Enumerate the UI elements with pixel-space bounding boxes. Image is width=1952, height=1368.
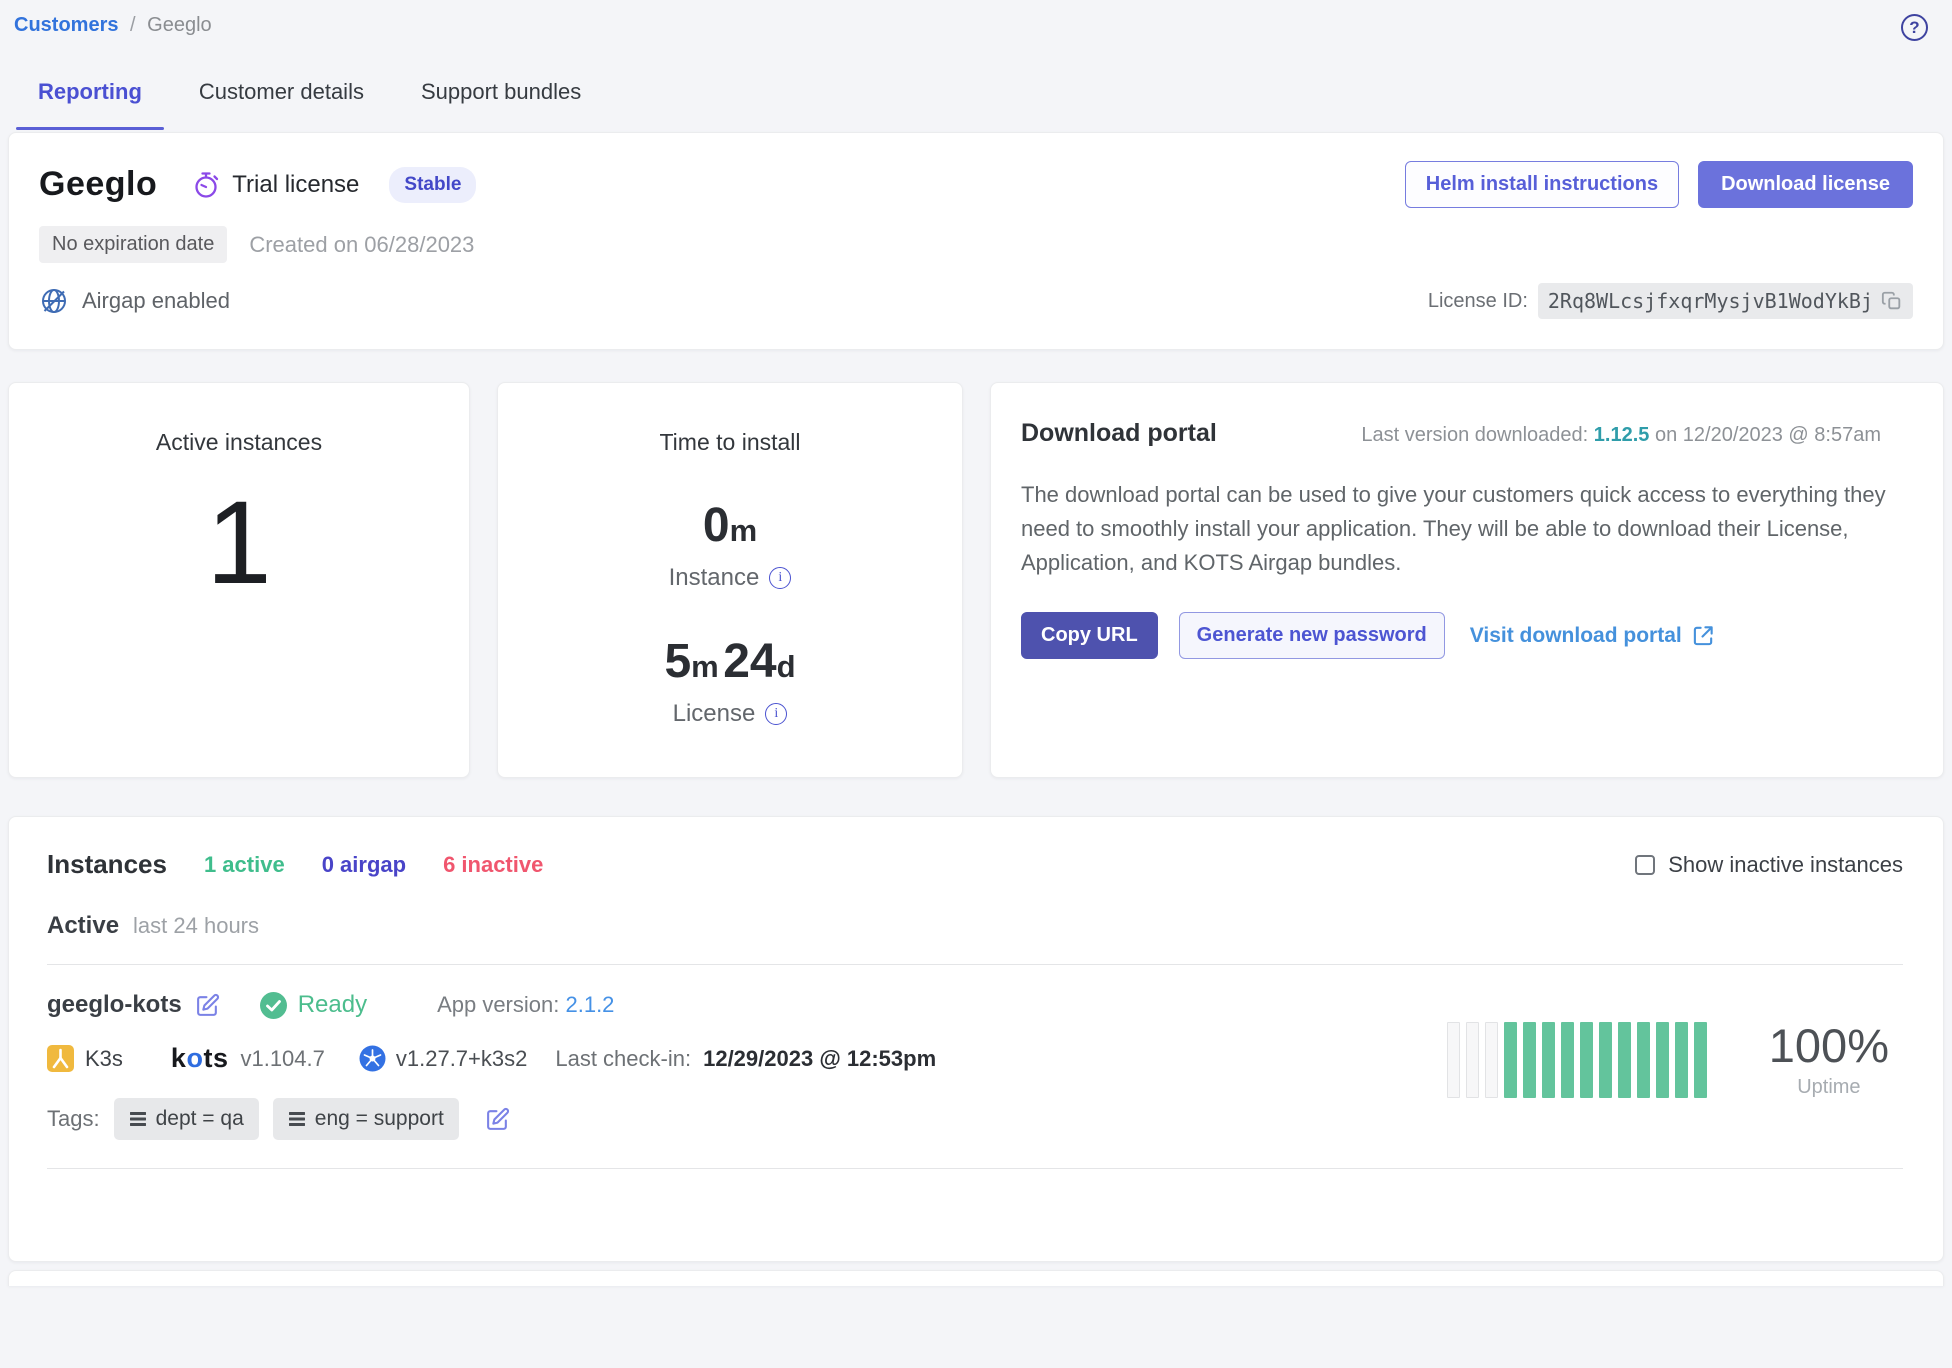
external-link-icon [1692,624,1715,647]
instance-status: Ready [298,991,367,1019]
time-to-install-title: Time to install [498,429,962,456]
license-time-number-1: 5 [664,635,691,688]
tag-badge-eng: eng = support [273,1098,459,1140]
breadcrumb-current: Geeglo [147,14,212,36]
copy-license-id-icon[interactable] [1881,290,1903,312]
license-install-time: 5m 24d [498,638,962,686]
last-version-link[interactable]: 1.12.5 [1594,424,1650,446]
tab-bar: Reporting Customer details Support bundl… [38,79,1944,130]
time-to-install-card: Time to install 0m Instance i 5m 24d Lic… [497,382,963,778]
breadcrumb: Customers / Geeglo [8,0,1944,37]
copy-url-button[interactable]: Copy URL [1021,612,1158,659]
distribution-label: K3s [85,1046,123,1072]
instance-install-time: 0m [498,502,962,550]
tab-support-bundles[interactable]: Support bundles [421,79,581,130]
airgap-enabled-label: Airgap enabled [82,288,230,314]
breadcrumb-separator: / [130,14,136,36]
kubernetes-version: v1.27.7+k3s2 [396,1046,527,1072]
instance-time-unit: m [730,513,758,548]
visit-download-portal-link[interactable]: Visit download portal [1470,624,1715,648]
uptime-bar-chart [1447,1022,1707,1098]
active-group-label: Active [47,912,119,940]
visit-download-portal-label: Visit download portal [1470,624,1682,648]
active-instances-title: Active instances [9,429,469,456]
active-count[interactable]: 1 active [204,852,285,878]
download-portal-description: The download portal can be used to give … [1021,478,1901,580]
license-id-value: 2Rq8WLcsjfxqrMysjvB1WodYkBj [1548,289,1873,313]
helm-install-instructions-button[interactable]: Helm install instructions [1405,161,1679,208]
license-time-label: License [673,700,756,728]
metrics-row: Active instances 1 Time to install 0m In… [8,382,1944,778]
uptime-value: 100% [1769,1020,1889,1072]
instance-info-icon[interactable]: i [769,567,791,589]
active-instances-card: Active instances 1 [8,382,470,778]
app-version-label: App version: [437,992,559,1017]
customer-reporting-page: Customers / Geeglo ? Reporting Customer … [0,0,1952,1286]
k3s-icon [47,1045,74,1072]
airgap-globe-icon [39,286,69,316]
channel-badge: Stable [389,167,476,203]
tag-lines-icon [129,1110,147,1128]
show-inactive-checkbox[interactable] [1635,855,1655,875]
license-info-icon[interactable]: i [765,703,787,725]
inactive-count[interactable]: 6 inactive [443,852,543,878]
download-license-button[interactable]: Download license [1698,161,1913,208]
active-instances-value: 1 [9,484,469,602]
download-portal-title: Download portal [1021,419,1217,448]
ready-check-icon [260,992,287,1019]
instance-row: geeglo-kots [47,973,1903,1140]
tag-badge-dept: dept = qa [114,1098,259,1140]
created-date-text: Created on 06/28/2023 [249,232,474,258]
tag-value: eng = support [315,1107,444,1131]
tab-reporting[interactable]: Reporting [38,79,142,130]
kots-k: k [171,1043,187,1073]
show-inactive-label: Show inactive instances [1668,852,1903,878]
tag-lines-icon [288,1110,306,1128]
kots-ts: ts [203,1043,228,1073]
last-version-date: on 12/20/2023 @ 8:57am [1649,424,1881,446]
kots-logo: kots [171,1043,229,1074]
expiration-badge: No expiration date [39,226,227,263]
airgap-count[interactable]: 0 airgap [322,852,406,878]
divider [47,964,1903,965]
breadcrumb-customers-link[interactable]: Customers [14,14,118,36]
divider [47,1168,1903,1169]
show-inactive-toggle[interactable]: Show inactive instances [1635,852,1903,878]
license-id-chip: 2Rq8WLcsjfxqrMysjvB1WodYkBj [1538,283,1913,319]
license-time-unit-1: m [691,649,719,684]
last-version-label: Last version downloaded: [1361,424,1588,446]
generate-new-password-button[interactable]: Generate new password [1179,612,1445,659]
download-portal-card: Download portal Last version downloaded:… [990,382,1944,778]
help-icon[interactable]: ? [1901,14,1928,41]
tags-label: Tags: [47,1106,100,1132]
next-card-top [8,1270,1944,1286]
customer-name: Geeglo [39,165,157,204]
last-checkin-label: Last check-in: [555,1046,691,1072]
instance-name: geeglo-kots [47,991,182,1019]
edit-tags-icon[interactable] [485,1107,510,1132]
tag-value: dept = qa [156,1107,244,1131]
instances-card: Instances 1 active 0 airgap 6 inactive S… [8,816,1944,1262]
last-checkin-value: 12/29/2023 @ 12:53pm [703,1046,936,1072]
license-time-unit-2: d [777,649,796,684]
license-id-label: License ID: [1428,290,1528,313]
instance-time-number: 0 [703,499,730,552]
last-version-downloaded: Last version downloaded: 1.12.5 on 12/20… [1361,424,1881,447]
kots-o: o [186,1043,203,1073]
trial-timer-icon [191,170,221,200]
license-summary-card: Geeglo Trial license Stable Helm install… [8,132,1944,350]
edit-instance-name-icon[interactable] [195,993,220,1018]
instances-title: Instances [47,849,167,880]
kubernetes-icon [359,1045,386,1072]
license-type-label: Trial license [232,171,359,199]
app-version-link[interactable]: 2.1.2 [565,992,614,1017]
license-time-number-2: 24 [723,635,776,688]
instance-time-label: Instance [669,564,760,592]
tab-customer-details[interactable]: Customer details [199,79,364,130]
active-group-period: last 24 hours [133,913,259,939]
kots-version: v1.104.7 [240,1046,324,1072]
uptime-label: Uptime [1769,1076,1889,1099]
